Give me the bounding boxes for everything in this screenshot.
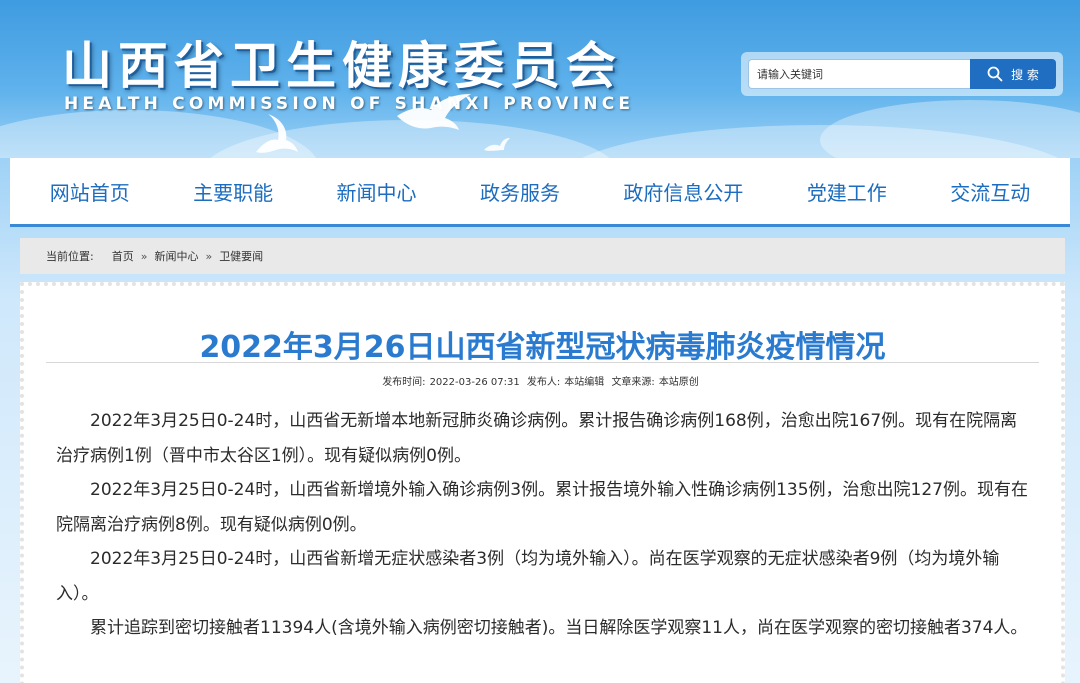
nav-item-home[interactable]: 网站首页 xyxy=(50,177,130,206)
main-nav: 网站首页 主要职能 新闻中心 政务服务 政府信息公开 党建工作 交流互动 xyxy=(10,158,1070,227)
nav-item-info-disclosure[interactable]: 政府信息公开 xyxy=(623,177,743,206)
breadcrumb-item-health-news[interactable]: 卫健要闻 xyxy=(219,248,263,264)
article-paragraph: 2022年3月25日0-24时，山西省新增无症状感染者3例（均为境外输入）。尚在… xyxy=(56,549,1000,604)
search-icon xyxy=(987,66,1003,82)
breadcrumb-item-news[interactable]: 新闻中心 xyxy=(154,248,198,264)
publish-time-label: 发布时间: xyxy=(382,377,426,388)
site-title: 山西省卫生健康委员会 xyxy=(62,37,622,95)
site-subtitle: HEALTH COMMISSION OF SHANXI PROVINCE xyxy=(64,94,635,114)
nav-item-functions[interactable]: 主要职能 xyxy=(193,177,273,206)
search-input[interactable] xyxy=(748,59,971,89)
search-box: 搜 索 xyxy=(741,52,1063,96)
dove-icon xyxy=(256,114,298,153)
search-button-label: 搜 索 xyxy=(1011,67,1039,82)
article-title: 2022年3月26日山西省新型冠状病毒肺炎疫情情况 xyxy=(199,330,886,365)
publisher: 本站编辑 xyxy=(564,377,605,388)
breadcrumb-separator: » xyxy=(205,249,213,263)
dove-icon xyxy=(484,138,510,151)
source: 本站原创 xyxy=(658,377,699,388)
publisher-label: 发布人: xyxy=(526,377,561,388)
breadcrumb-item-home[interactable]: 首页 xyxy=(112,248,134,264)
breadcrumb: 当前位置: 首页 » 新闻中心 » 卫健要闻 xyxy=(20,238,1065,274)
source-label: 文章来源: xyxy=(611,377,655,388)
article-paragraph: 2022年3月25日0-24时，山西省新增境外输入确诊病例3例。累计报告境外输入… xyxy=(56,480,1029,535)
dove-icon xyxy=(397,94,471,130)
nav-item-news[interactable]: 新闻中心 xyxy=(337,177,417,206)
nav-item-services[interactable]: 政务服务 xyxy=(480,177,560,206)
publish-time: 2022-03-26 07:31 xyxy=(429,377,520,388)
nav-item-interaction[interactable]: 交流互动 xyxy=(950,177,1030,206)
title-divider xyxy=(46,362,1039,363)
search-button[interactable]: 搜 索 xyxy=(970,59,1056,89)
breadcrumb-separator: » xyxy=(140,249,148,263)
article-body: 2022年3月25日0-24时，山西省无新增本地新冠肺炎确诊病例。累计报告确诊病… xyxy=(56,404,1034,646)
nav-item-party-work[interactable]: 党建工作 xyxy=(807,177,887,206)
breadcrumb-label: 当前位置: xyxy=(46,250,94,263)
article-paragraph: 累计追踪到密切接触者11394人(含境外输入病例密切接触者)。当日解除医学观察1… xyxy=(90,618,1028,638)
header-banner: 山西省卫生健康委员会 HEALTH COMMISSION OF SHANXI P… xyxy=(0,0,1080,158)
article-paragraph: 2022年3月25日0-24时，山西省无新增本地新冠肺炎确诊病例。累计报告确诊病… xyxy=(56,411,1018,466)
article-container: 2022年3月26日山西省新型冠状病毒肺炎疫情情况 发布时间: 2022-03-2… xyxy=(20,282,1065,683)
cloud-decoration xyxy=(820,100,1080,158)
article-meta: 发布时间: 2022-03-26 07:31 发布人: 本站编辑 文章来源: 本站原创 xyxy=(24,373,1061,388)
